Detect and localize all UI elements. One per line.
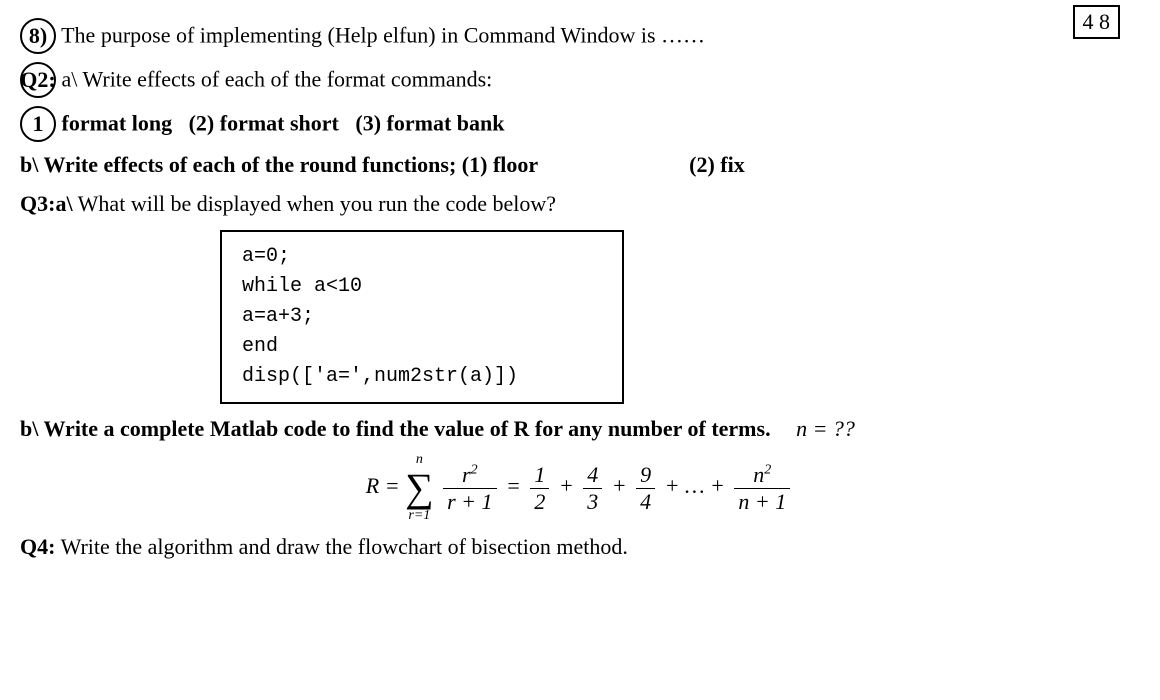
code-line-2: while a<10	[242, 272, 602, 302]
q4-label: Q4:	[20, 534, 55, 559]
q2-opt3: (3) format bank	[355, 111, 504, 136]
q2-part-b-line: b\ Write effects of each of the round fu…	[20, 150, 1140, 181]
question-3: Q3:a\ What will be displayed when you ru…	[20, 189, 1140, 220]
formula-lhs: R =	[366, 473, 400, 498]
term-den: r + 1	[443, 489, 496, 515]
q3-label: Q3:a\	[20, 191, 73, 216]
question-8: 8) The purpose of implementing (Help elf…	[20, 18, 1140, 54]
corner-annotation: 4 8	[1073, 5, 1121, 39]
term-frac: r2 r + 1	[443, 462, 496, 515]
q2-b-opt2: (2) fix	[689, 152, 745, 177]
q3-part-b: b\ Write a complete Matlab code to find …	[20, 416, 771, 441]
q3-text: What will be displayed when you run the …	[78, 191, 556, 216]
frac-n-num: n2	[734, 462, 790, 489]
term-num: r2	[443, 462, 496, 489]
q8-number: 8)	[20, 18, 56, 54]
code-line-5: disp(['a=',num2str(a)])	[242, 362, 602, 392]
hand-note: n = ??	[796, 414, 855, 445]
question-4: Q4: Write the algorithm and draw the flo…	[20, 532, 1140, 563]
code-line-3: a=a+3;	[242, 302, 602, 332]
q2-opt2: (2) format short	[189, 111, 339, 136]
q8-text: The purpose of implementing (Help elfun)…	[61, 23, 705, 48]
frac-1: 1 2	[530, 462, 549, 515]
q4-text: Write the algorithm and draw the flowcha…	[61, 534, 628, 559]
sigma-bot: r=1	[405, 508, 434, 524]
code-block: a=0; while a<10 a=a+3; end disp(['a=',nu…	[220, 230, 624, 404]
q2-b-opt1: (1) floor	[462, 152, 538, 177]
frac-3: 9 4	[636, 462, 655, 515]
frac-2: 4 3	[583, 462, 602, 515]
frac-n: n2 n + 1	[734, 462, 790, 515]
q3-part-b-line: b\ Write a complete Matlab code to find …	[20, 414, 1140, 445]
q2-part-a: a\ Write effects of each of the format c…	[62, 67, 493, 92]
q2-label: Q2:	[20, 62, 56, 98]
sigma-icon: ∑	[405, 465, 434, 510]
q2-options: 1 format long (2) format short (3) forma…	[20, 106, 1140, 142]
corner-values: 4 8	[1083, 9, 1111, 34]
code-line-1: a=0;	[242, 242, 602, 272]
dots: + … +	[665, 473, 725, 498]
equals: =	[506, 473, 521, 498]
q2-opt1-num: 1	[20, 106, 56, 142]
sigma-block: n ∑ r=1	[405, 452, 434, 524]
q2-part-b: b\ Write effects of each of the round fu…	[20, 152, 456, 177]
question-2-intro: Q2: a\ Write effects of each of the form…	[20, 62, 1140, 98]
formula: R = n ∑ r=1 r2 r + 1 = 1 2 + 4 3 + 9 4 +…	[20, 452, 1140, 524]
q2-opt1: format long	[62, 111, 173, 136]
code-line-4: end	[242, 332, 602, 362]
